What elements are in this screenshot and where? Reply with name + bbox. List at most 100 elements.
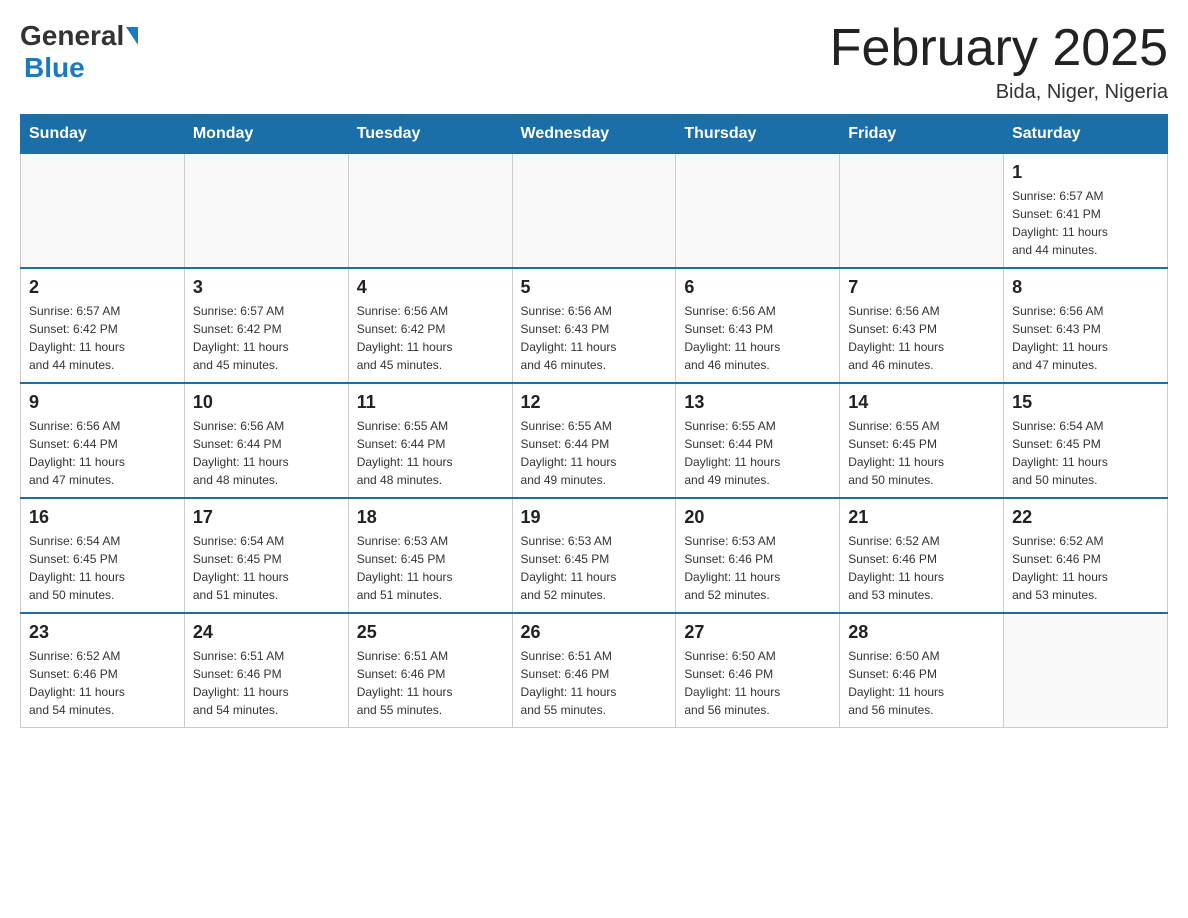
- day-info: Sunrise: 6:54 AM Sunset: 6:45 PM Dayligh…: [193, 532, 340, 604]
- calendar-day-cell: 8Sunrise: 6:56 AM Sunset: 6:43 PM Daylig…: [1004, 268, 1168, 383]
- calendar-day-cell: 28 Sunrise: 6:50 AM Sunset: 6:46 PM Dayli…: [840, 613, 1004, 728]
- calendar-header-monday: Monday: [184, 115, 348, 154]
- day-info: Sunrise: 6:50 AM Sunset: 6:46 PM Dayligh…: [848, 647, 995, 719]
- day-info: Sunrise: 6:55 AM Sunset: 6:44 PM Dayligh…: [521, 417, 668, 489]
- day-number: 17: [193, 507, 340, 528]
- title-section: February 2025 Bida, Niger, Nigeria: [830, 20, 1168, 104]
- day-number: 21: [848, 507, 995, 528]
- calendar-week-row: 16 Sunrise: 6:54 AM Sunset: 6:45 PM Dayli…: [21, 498, 1168, 613]
- day-number: 2: [29, 277, 176, 298]
- day-info: Sunrise: 6:56 AM Sunset: 6:42 PM Dayligh…: [357, 302, 504, 374]
- calendar-day-cell: [348, 154, 512, 269]
- logo-general-text: General: [20, 20, 124, 52]
- calendar-day-cell: 2 Sunrise: 6:57 AM Sunset: 6:42 PM Daylig…: [21, 268, 185, 383]
- day-number: 20: [684, 507, 831, 528]
- calendar-day-cell: 15 Sunrise: 6:54 AM Sunset: 6:45 PM Dayli…: [1004, 383, 1168, 498]
- day-number: 18: [357, 507, 504, 528]
- day-info: Sunrise: 6:56 AM Sunset: 6:44 PM Dayligh…: [29, 417, 176, 489]
- calendar-header-row: SundayMondayTuesdayWednesdayThursdayFrid…: [21, 115, 1168, 154]
- calendar-day-cell: 10 Sunrise: 6:56 AM Sunset: 6:44 PM Dayli…: [184, 383, 348, 498]
- calendar-table: SundayMondayTuesdayWednesdayThursdayFrid…: [20, 114, 1168, 728]
- day-info: Sunrise: 6:52 AM Sunset: 6:46 PM Dayligh…: [1012, 532, 1159, 604]
- day-info: Sunrise: 6:56 AM Sunset: 6:43 PM Dayligh…: [684, 302, 831, 374]
- day-info: Sunrise: 6:56 AM Sunset: 6:43 PM Dayligh…: [521, 302, 668, 374]
- day-info: Sunrise: 6:53 AM Sunset: 6:46 PM Dayligh…: [684, 532, 831, 604]
- day-info: Sunrise: 6:56 AM Sunset: 6:44 PM Dayligh…: [193, 417, 340, 489]
- day-number: 10: [193, 392, 340, 413]
- day-info: Sunrise: 6:55 AM Sunset: 6:44 PM Dayligh…: [357, 417, 504, 489]
- day-number: 16: [29, 507, 176, 528]
- day-info: Sunrise: 6:57 AM Sunset: 6:42 PM Dayligh…: [29, 302, 176, 374]
- calendar-day-cell: 11 Sunrise: 6:55 AM Sunset: 6:44 PM Dayli…: [348, 383, 512, 498]
- calendar-day-cell: 18Sunrise: 6:53 AM Sunset: 6:45 PM Dayli…: [348, 498, 512, 613]
- day-number: 14: [848, 392, 995, 413]
- calendar-day-cell: 19 Sunrise: 6:53 AM Sunset: 6:45 PM Dayli…: [512, 498, 676, 613]
- calendar-day-cell: 27 Sunrise: 6:50 AM Sunset: 6:46 PM Dayli…: [676, 613, 840, 728]
- calendar-day-cell: 1 Sunrise: 6:57 AM Sunset: 6:41 PM Daylig…: [1004, 154, 1168, 269]
- calendar-header-saturday: Saturday: [1004, 115, 1168, 154]
- calendar-week-row: 9 Sunrise: 6:56 AM Sunset: 6:44 PM Daylig…: [21, 383, 1168, 498]
- day-info: Sunrise: 6:55 AM Sunset: 6:45 PM Dayligh…: [848, 417, 995, 489]
- day-number: 19: [521, 507, 668, 528]
- calendar-day-cell: [676, 154, 840, 269]
- day-info: Sunrise: 6:57 AM Sunset: 6:41 PM Dayligh…: [1012, 187, 1159, 259]
- calendar-header-wednesday: Wednesday: [512, 115, 676, 154]
- day-info: Sunrise: 6:51 AM Sunset: 6:46 PM Dayligh…: [193, 647, 340, 719]
- location-text: Bida, Niger, Nigeria: [830, 81, 1168, 104]
- day-info: Sunrise: 6:51 AM Sunset: 6:46 PM Dayligh…: [521, 647, 668, 719]
- day-number: 28: [848, 622, 995, 643]
- day-info: Sunrise: 6:56 AM Sunset: 6:43 PM Dayligh…: [1012, 302, 1159, 374]
- calendar-day-cell: 4 Sunrise: 6:56 AM Sunset: 6:42 PM Daylig…: [348, 268, 512, 383]
- day-number: 27: [684, 622, 831, 643]
- day-number: 1: [1012, 162, 1159, 183]
- day-number: 23: [29, 622, 176, 643]
- day-info: Sunrise: 6:50 AM Sunset: 6:46 PM Dayligh…: [684, 647, 831, 719]
- day-info: Sunrise: 6:54 AM Sunset: 6:45 PM Dayligh…: [29, 532, 176, 604]
- day-number: 4: [357, 277, 504, 298]
- calendar-header-friday: Friday: [840, 115, 1004, 154]
- day-info: Sunrise: 6:57 AM Sunset: 6:42 PM Dayligh…: [193, 302, 340, 374]
- logo-arrow-icon: [126, 27, 138, 45]
- calendar-header-tuesday: Tuesday: [348, 115, 512, 154]
- day-info: Sunrise: 6:56 AM Sunset: 6:43 PM Dayligh…: [848, 302, 995, 374]
- logo-text: General: [20, 20, 138, 52]
- calendar-day-cell: 3Sunrise: 6:57 AM Sunset: 6:42 PM Daylig…: [184, 268, 348, 383]
- calendar-day-cell: 5 Sunrise: 6:56 AM Sunset: 6:43 PM Daylig…: [512, 268, 676, 383]
- calendar-day-cell: 25Sunrise: 6:51 AM Sunset: 6:46 PM Dayli…: [348, 613, 512, 728]
- calendar-day-cell: 6 Sunrise: 6:56 AM Sunset: 6:43 PM Daylig…: [676, 268, 840, 383]
- day-info: Sunrise: 6:54 AM Sunset: 6:45 PM Dayligh…: [1012, 417, 1159, 489]
- calendar-day-cell: 14 Sunrise: 6:55 AM Sunset: 6:45 PM Dayli…: [840, 383, 1004, 498]
- day-number: 12: [521, 392, 668, 413]
- calendar-day-cell: [184, 154, 348, 269]
- calendar-day-cell: 21 Sunrise: 6:52 AM Sunset: 6:46 PM Dayli…: [840, 498, 1004, 613]
- logo: General Blue: [20, 20, 138, 84]
- calendar-header-sunday: Sunday: [21, 115, 185, 154]
- calendar-day-cell: 16 Sunrise: 6:54 AM Sunset: 6:45 PM Dayli…: [21, 498, 185, 613]
- day-number: 7: [848, 277, 995, 298]
- day-number: 11: [357, 392, 504, 413]
- calendar-day-cell: 23 Sunrise: 6:52 AM Sunset: 6:46 PM Dayli…: [21, 613, 185, 728]
- calendar-day-cell: 9 Sunrise: 6:56 AM Sunset: 6:44 PM Daylig…: [21, 383, 185, 498]
- day-number: 13: [684, 392, 831, 413]
- day-number: 5: [521, 277, 668, 298]
- day-number: 26: [521, 622, 668, 643]
- calendar-day-cell: 20 Sunrise: 6:53 AM Sunset: 6:46 PM Dayli…: [676, 498, 840, 613]
- calendar-week-row: 23 Sunrise: 6:52 AM Sunset: 6:46 PM Dayli…: [21, 613, 1168, 728]
- calendar-day-cell: [840, 154, 1004, 269]
- calendar-day-cell: 17 Sunrise: 6:54 AM Sunset: 6:45 PM Dayli…: [184, 498, 348, 613]
- calendar-day-cell: 24Sunrise: 6:51 AM Sunset: 6:46 PM Dayli…: [184, 613, 348, 728]
- calendar-day-cell: 26 Sunrise: 6:51 AM Sunset: 6:46 PM Dayli…: [512, 613, 676, 728]
- day-number: 15: [1012, 392, 1159, 413]
- day-info: Sunrise: 6:52 AM Sunset: 6:46 PM Dayligh…: [29, 647, 176, 719]
- calendar-day-cell: 13Sunrise: 6:55 AM Sunset: 6:44 PM Dayli…: [676, 383, 840, 498]
- page-header: General Blue February 2025 Bida, Niger, …: [20, 20, 1168, 104]
- day-info: Sunrise: 6:52 AM Sunset: 6:46 PM Dayligh…: [848, 532, 995, 604]
- calendar-week-row: 1 Sunrise: 6:57 AM Sunset: 6:41 PM Daylig…: [21, 154, 1168, 269]
- calendar-header-thursday: Thursday: [676, 115, 840, 154]
- day-info: Sunrise: 6:53 AM Sunset: 6:45 PM Dayligh…: [521, 532, 668, 604]
- day-number: 9: [29, 392, 176, 413]
- logo-blue-text: Blue: [24, 52, 85, 84]
- calendar-day-cell: [21, 154, 185, 269]
- day-number: 22: [1012, 507, 1159, 528]
- day-number: 6: [684, 277, 831, 298]
